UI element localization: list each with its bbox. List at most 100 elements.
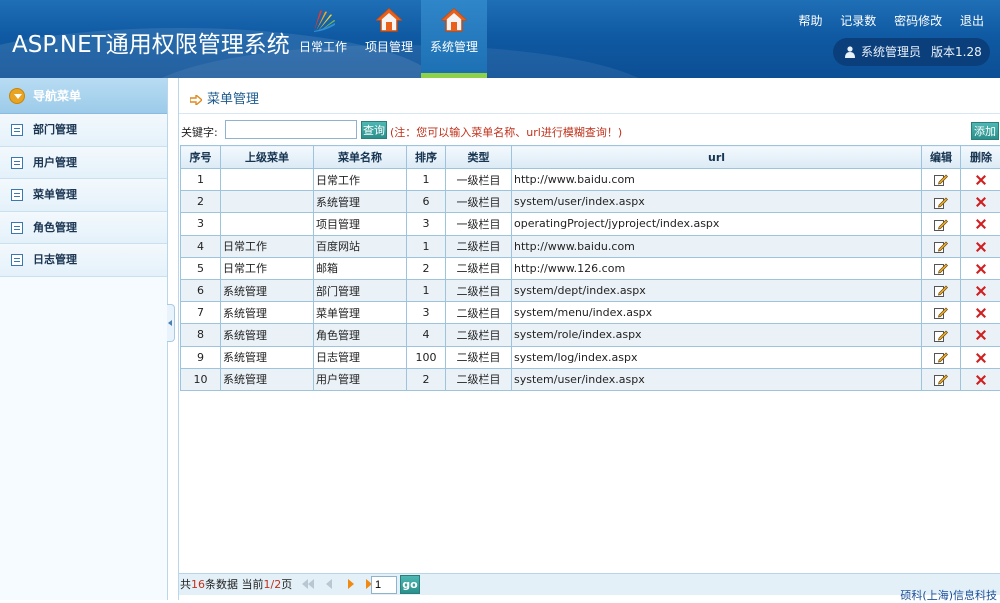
cell-menu-name: 角色管理 (314, 324, 407, 346)
nav-tab-system[interactable]: 系统管理 (421, 0, 487, 78)
nav-tab-daily-work[interactable]: 日常工作 (294, 0, 352, 78)
edit-icon[interactable] (934, 240, 948, 253)
change-password-link[interactable]: 密码修改 (894, 14, 942, 28)
edit-icon[interactable] (934, 196, 948, 209)
record-count-link[interactable]: 记录数 (840, 14, 876, 28)
cell-menu-name: 日常工作 (314, 169, 407, 191)
first-page-icon[interactable] (302, 579, 314, 589)
cell-sort: 2 (407, 257, 446, 279)
cell-edit (922, 324, 961, 346)
cell-url: system/menu/index.aspx (512, 302, 922, 324)
delete-icon[interactable] (975, 241, 987, 253)
search-input[interactable] (225, 120, 357, 139)
col-header: 上级菜单 (221, 146, 314, 169)
page-input[interactable] (371, 576, 397, 594)
edit-icon[interactable] (934, 262, 948, 275)
list-icon (11, 189, 23, 201)
search-label: 关键字: (181, 124, 218, 140)
edit-icon[interactable] (934, 218, 948, 231)
table-header-row: 序号 上级菜单 菜单名称 排序 类型 url 编辑 删除 (181, 146, 1000, 169)
delete-icon[interactable] (975, 374, 987, 386)
delete-icon[interactable] (975, 196, 987, 208)
sidebar-item-role[interactable]: 角色管理 (0, 212, 167, 245)
pager: 共16条数据 当前1/2页 go (179, 573, 1000, 595)
nav-tab-project[interactable]: 项目管理 (360, 0, 418, 78)
delete-icon[interactable] (975, 352, 987, 364)
sidebar-item-menu[interactable]: 菜单管理 (0, 179, 167, 212)
cell-parent-menu: 系统管理 (221, 346, 314, 368)
cell-delete (961, 302, 1000, 324)
edit-icon[interactable] (934, 306, 948, 319)
cell-delete (961, 368, 1000, 390)
cell-delete (961, 324, 1000, 346)
help-link[interactable]: 帮助 (798, 14, 822, 28)
cell-url: system/role/index.aspx (512, 324, 922, 346)
col-header: 编辑 (922, 146, 961, 169)
page-title: 菜单管理 (207, 92, 259, 107)
add-button[interactable]: 添加 (971, 122, 999, 140)
cell-edit (922, 346, 961, 368)
cell-edit (922, 279, 961, 301)
logo-fan-icon (310, 7, 336, 33)
delete-icon[interactable] (975, 329, 987, 341)
sidebar-item-log[interactable]: 日志管理 (0, 244, 167, 277)
go-button[interactable]: go (400, 575, 420, 594)
search-hint: (注：您可以输入菜单名称、url进行模糊查询！) (390, 124, 622, 140)
edit-icon[interactable] (934, 173, 948, 186)
table-row: 8系统管理角色管理4二级栏目system/role/index.aspx (181, 324, 1000, 346)
house-icon (376, 7, 402, 33)
prev-page-icon[interactable] (323, 579, 335, 589)
cell-sort: 100 (407, 346, 446, 368)
sidebar-item-label: 用户管理 (33, 156, 77, 169)
cell-sort: 1 (407, 279, 446, 301)
sidebar-item-label: 角色管理 (33, 221, 77, 234)
delete-icon[interactable] (975, 285, 987, 297)
edit-icon[interactable] (934, 284, 948, 297)
cell-delete (961, 257, 1000, 279)
cell-edit (922, 302, 961, 324)
edit-icon[interactable] (934, 329, 948, 342)
sidebar-item-dept[interactable]: 部门管理 (0, 114, 167, 147)
sidebar-item-label: 日志管理 (33, 253, 77, 266)
pager-mid: 条数据 当前 (205, 578, 264, 591)
cell-index: 4 (181, 235, 221, 257)
cell-url: system/dept/index.aspx (512, 279, 922, 301)
table-row: 1日常工作1一级栏目http://www.baidu.com (181, 169, 1000, 191)
delete-icon[interactable] (975, 263, 987, 275)
panel-title-bar: 菜单管理 (179, 86, 1000, 114)
footer-company: 硕科(上海)信息科技 (900, 587, 997, 603)
cell-parent-menu (221, 169, 314, 191)
sidebar-collapse-toggle[interactable] (167, 304, 175, 342)
version-label: 版本1.28 (931, 45, 982, 59)
chevron-down-icon (9, 88, 25, 104)
next-page-icon[interactable] (345, 579, 357, 589)
cell-menu-name: 用户管理 (314, 368, 407, 390)
edit-icon[interactable] (934, 351, 948, 364)
col-header: url (512, 146, 922, 169)
table-row: 7系统管理菜单管理3二级栏目system/menu/index.aspx (181, 302, 1000, 324)
search-button[interactable]: 查询 (361, 121, 387, 139)
sidebar-header[interactable]: 导航菜单 (0, 78, 167, 114)
user-name: 系统管理员 (861, 45, 921, 59)
cell-delete (961, 191, 1000, 213)
search-toolbar: 关键字: 查询 (注：您可以输入菜单名称、url进行模糊查询！) 添加 (179, 119, 1000, 143)
table-row: 10系统管理用户管理2二级栏目system/user/index.aspx (181, 368, 1000, 390)
delete-icon[interactable] (975, 218, 987, 230)
edit-icon[interactable] (934, 373, 948, 386)
col-header: 序号 (181, 146, 221, 169)
sidebar-item-user[interactable]: 用户管理 (0, 147, 167, 180)
cell-index: 1 (181, 169, 221, 191)
logout-link[interactable]: 退出 (960, 14, 984, 28)
cell-menu-name: 菜单管理 (314, 302, 407, 324)
table-row: 6系统管理部门管理1二级栏目system/dept/index.aspx (181, 279, 1000, 301)
cell-index: 2 (181, 191, 221, 213)
cell-delete (961, 279, 1000, 301)
cell-url: http://www.baidu.com (512, 169, 922, 191)
main-panel: 菜单管理 关键字: 查询 (注：您可以输入菜单名称、url进行模糊查询！) 添加… (178, 78, 1000, 600)
delete-icon[interactable] (975, 174, 987, 186)
cell-menu-name: 日志管理 (314, 346, 407, 368)
delete-icon[interactable] (975, 307, 987, 319)
cell-index: 8 (181, 324, 221, 346)
cell-index: 7 (181, 302, 221, 324)
cell-edit (922, 213, 961, 235)
